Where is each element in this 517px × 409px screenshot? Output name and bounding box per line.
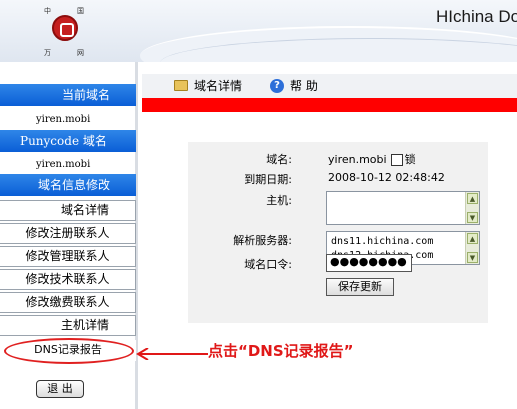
punycode-header: Punycode 域名 (0, 130, 136, 152)
sidebar-item-domain-detail[interactable]: 域名详情 (0, 200, 136, 221)
domain-password-input[interactable]: ●●●●●●●● (326, 254, 412, 272)
logo-seal-icon (52, 15, 78, 41)
toolbar-help[interactable]: ? 帮 助 (270, 77, 318, 94)
host-textarea[interactable]: ▲ ▼ (326, 191, 480, 225)
domain-label: 域名: (266, 153, 292, 166)
domain-password-label: 域名口令: (244, 258, 292, 271)
expire-date-value: 2008-10-12 02:48:42 (328, 171, 445, 184)
sidebar-item-registrant[interactable]: 修改注册联系人 (0, 223, 136, 244)
lock-checkbox[interactable] (390, 154, 403, 166)
sidebar: 当前域名 yiren.mobi Punycode 域名 yiren.mobi 域… (0, 62, 138, 409)
toolbar-help-label: 帮 助 (290, 79, 318, 93)
toolbar-domain-detail-label: 域名详情 (194, 79, 243, 93)
logo-char: 国 (77, 7, 84, 15)
exit-button[interactable]: 退 出 (36, 380, 84, 398)
lock-label: 锁 (404, 153, 416, 166)
red-divider-bar (142, 98, 517, 112)
scroll-up-icon[interactable]: ▲ (467, 233, 478, 244)
dns-server-line: dns11.hichina.com (331, 236, 434, 247)
hichina-logo: 中 国 万 网 (38, 6, 90, 58)
brand-title: HIchina Dom (436, 7, 517, 26)
domain-value-row: yiren.mobi 锁 (328, 151, 416, 167)
punycode-value: yiren.mobi (36, 159, 91, 170)
annotation-arrow-icon (136, 348, 208, 360)
sidebar-item-tech-contact[interactable]: 修改技术联系人 (0, 269, 136, 290)
domain-form: 域名: yiren.mobi 锁 到期日期: 2008-10-12 02:48:4… (188, 142, 488, 323)
dns-servers-label: 解析服务器: (233, 234, 292, 247)
scroll-down-icon[interactable]: ▼ (467, 212, 478, 223)
logo-char: 网 (77, 49, 84, 57)
domain-modify-header: 域名信息修改 (0, 174, 136, 196)
logo-char: 中 (44, 7, 51, 15)
host-label: 主机: (266, 194, 292, 207)
domain-value: yiren.mobi (328, 153, 387, 166)
help-icon: ? (270, 78, 284, 93)
sidebar-item-host-detail[interactable]: 主机详情 (0, 315, 136, 336)
scroll-down-icon[interactable]: ▼ (467, 252, 478, 263)
logo-char: 万 (44, 49, 51, 57)
toolbar-domain-detail[interactable]: 域名详情 (174, 77, 242, 94)
scroll-up-icon[interactable]: ▲ (467, 193, 478, 204)
current-domain-value: yiren.mobi (36, 114, 91, 125)
current-domain-header: 当前域名 (0, 84, 136, 106)
folder-icon (174, 80, 188, 91)
sidebar-item-billing-contact[interactable]: 修改缴费联系人 (0, 292, 136, 313)
host-scrollbar[interactable]: ▲ ▼ (465, 192, 479, 224)
dns-scrollbar[interactable]: ▲ ▼ (465, 232, 479, 264)
toolbar: 域名详情 ? 帮 助 (142, 74, 517, 98)
sidebar-item-admin-contact[interactable]: 修改管理联系人 (0, 246, 136, 267)
annotation-text: 点击“DNS记录报告” (208, 342, 354, 360)
header: 中 国 万 网 HIchina Dom (0, 0, 517, 62)
highlight-ellipse (4, 338, 134, 364)
expire-date-label: 到期日期: (244, 173, 292, 186)
save-update-button[interactable]: 保存更新 (326, 278, 394, 296)
